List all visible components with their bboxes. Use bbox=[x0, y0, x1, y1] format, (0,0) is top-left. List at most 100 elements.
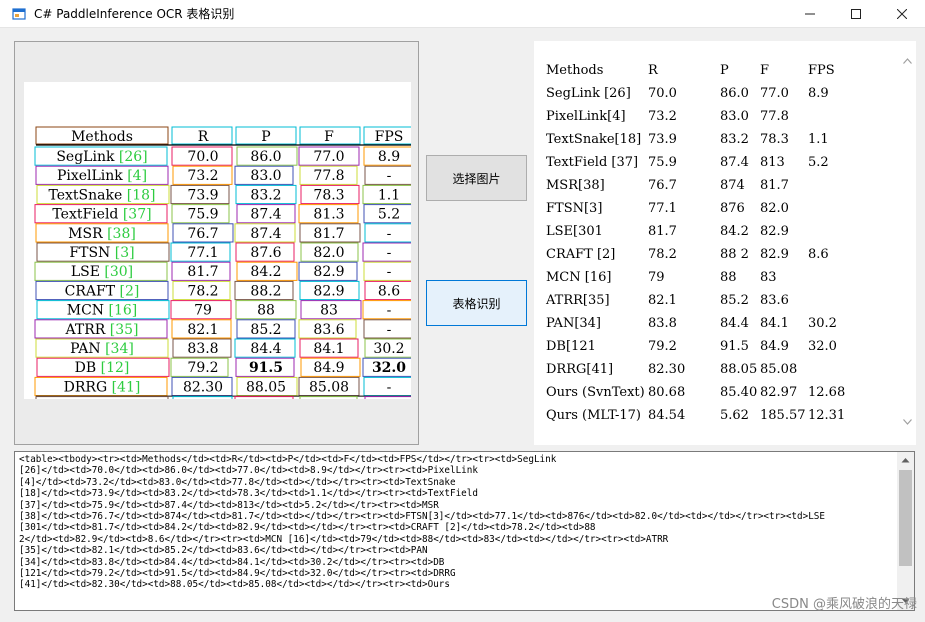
source-value-text: 76.7 bbox=[187, 226, 218, 242]
title-bar: C# PaddleInference OCR 表格识别 bbox=[0, 0, 925, 28]
result-cell: 813 bbox=[760, 155, 785, 170]
source-value-text: 78.2 bbox=[187, 283, 218, 299]
scroll-down-icon[interactable] bbox=[903, 419, 912, 425]
source-value-text: 79 bbox=[194, 303, 212, 319]
result-cell: 81.7 bbox=[648, 224, 677, 239]
scroll-thumb[interactable] bbox=[899, 470, 912, 566]
source-value-text: 1.1 bbox=[378, 187, 400, 203]
result-cell: FTSN[3] bbox=[546, 201, 603, 216]
result-cell: TextField [37] bbox=[546, 155, 639, 170]
result-cell: 77.8 bbox=[760, 109, 789, 124]
source-value-text: 82.9 bbox=[313, 264, 344, 280]
result-cell: PixelLink[4] bbox=[546, 109, 626, 124]
output-line: [4]</td><td>73.2</td><td>83.0</td><td>77… bbox=[19, 476, 456, 488]
method-ref: [4] bbox=[127, 168, 147, 184]
scroll-up-icon[interactable] bbox=[901, 457, 910, 463]
source-value-text: 82.1 bbox=[187, 322, 218, 338]
result-cell: 82.97 bbox=[760, 385, 798, 400]
source-value-text: 79.2 bbox=[187, 360, 218, 376]
result-cell: ATRR[35] bbox=[546, 293, 610, 308]
method-name: SegLink bbox=[56, 149, 119, 165]
recognize-table-button[interactable]: 表格识别 bbox=[426, 280, 527, 326]
output-line: <table><tbody><tr><td>Methods</td><td>R<… bbox=[19, 454, 557, 465]
table-row: Qurs (MLT-17) 84.54 5.62 185.57 12.31 bbox=[546, 404, 848, 427]
method-name: DB bbox=[75, 360, 101, 376]
source-value-text: 84.1 bbox=[313, 341, 344, 357]
source-method-text: CRAFT [2] bbox=[65, 283, 140, 299]
result-cell: CRAFT [2] bbox=[546, 247, 616, 262]
close-button[interactable] bbox=[879, 0, 925, 28]
result-panel[interactable]: Methods R P F FPS SegLink [26] 70.0 86.0 77.0 8.9… bbox=[534, 41, 916, 445]
result-cell bbox=[808, 266, 848, 289]
result-cell bbox=[808, 289, 848, 312]
result-cell: 82.1 bbox=[648, 293, 677, 308]
output-scrollbar[interactable] bbox=[897, 452, 914, 610]
method-name: TextSnake bbox=[49, 187, 127, 203]
result-cell: 77.1 bbox=[648, 201, 677, 216]
result-cell: 85.2 bbox=[720, 293, 749, 308]
select-image-button[interactable]: 选择图片 bbox=[426, 155, 527, 201]
result-cell: Qurs (MLT-17) bbox=[546, 408, 642, 423]
source-value-text: - bbox=[387, 245, 392, 261]
scroll-up-icon[interactable] bbox=[903, 58, 912, 64]
method-name: MCN bbox=[67, 303, 109, 319]
source-value-text: 85.2 bbox=[250, 322, 281, 338]
source-value-text: 77.8 bbox=[313, 168, 344, 184]
result-cell: 84.4 bbox=[720, 316, 749, 331]
source-header-text: P bbox=[261, 129, 270, 145]
result-cell: DB[121 bbox=[546, 339, 596, 354]
method-name: CRAFT bbox=[65, 283, 120, 299]
source-method-text: TextSnake [18] bbox=[49, 187, 156, 203]
result-cell: 73.9 bbox=[648, 132, 677, 147]
maximize-button[interactable] bbox=[833, 0, 879, 28]
result-scrollbar[interactable] bbox=[899, 41, 916, 445]
result-cell: 88 bbox=[720, 270, 737, 285]
source-table-image: Methods R P F FPS SegLink [26] 70.0 86.0 77.0 8.9… bbox=[34, 126, 411, 399]
result-cell: 83 bbox=[760, 270, 777, 285]
result-cell: 79 bbox=[648, 270, 665, 285]
result-cell: 82.30 bbox=[648, 362, 686, 377]
source-value-text: 81.7 bbox=[187, 264, 218, 280]
table-row: DB[121 79.2 91.5 84.9 32.0 bbox=[546, 335, 848, 358]
result-cell: 91.5 bbox=[720, 339, 749, 354]
source-header-text: F bbox=[324, 129, 334, 145]
method-ref: [30] bbox=[104, 264, 133, 280]
minimize-button[interactable] bbox=[787, 0, 833, 28]
output-line: [301</td><td>81.7</td><td>84.2</td><td>8… bbox=[19, 522, 596, 534]
result-cell: 84.2 bbox=[720, 224, 749, 239]
table-row: DRRG[41] 82.30 88.05 85.08 bbox=[546, 358, 848, 381]
result-cell bbox=[808, 220, 848, 243]
source-value-text: 73.2 bbox=[187, 168, 218, 184]
source-image: Methods R P F FPS SegLink [26] 70.0 86.0 77.0 8.9… bbox=[24, 82, 411, 399]
window-edge bbox=[0, 100, 5, 300]
source-value-text: - bbox=[387, 303, 392, 319]
result-cell: 83.0 bbox=[720, 109, 749, 124]
source-value-text: 30.2 bbox=[373, 341, 404, 357]
table-row: MSR[38] 76.7 874 81.7 bbox=[546, 174, 848, 197]
source-value-text: 78.3 bbox=[313, 187, 344, 203]
source-value-text: 81.3 bbox=[313, 207, 344, 223]
source-method-text: TextField [37] bbox=[52, 207, 151, 223]
source-value-text: 87.4 bbox=[250, 226, 281, 242]
method-ref: [41] bbox=[112, 379, 141, 395]
table-row: SegLink [26] 70.0 86.0 77.0 8.9 bbox=[546, 82, 848, 105]
source-method-text: DRRG [41] bbox=[64, 379, 141, 395]
result-cell: PAN[34] bbox=[546, 316, 602, 331]
output-line: [35]</td><td>82.1</td><td>85.2</td><td>8… bbox=[19, 545, 428, 557]
result-cell: Ours (SvnText) bbox=[546, 385, 645, 400]
source-value-text: 70.0 bbox=[187, 149, 218, 165]
result-cell: 82.9 bbox=[760, 247, 789, 262]
result-cell: 84.54 bbox=[648, 408, 686, 423]
window-title: C# PaddleInference OCR 表格识别 bbox=[34, 7, 235, 21]
table-row: ATRR[35] 82.1 85.2 83.6 bbox=[546, 289, 848, 312]
method-ref: [38] bbox=[107, 226, 136, 242]
source-value-text: - bbox=[387, 264, 392, 280]
result-cell: Methods bbox=[546, 63, 604, 78]
html-output-textbox[interactable]: <table><tbody><tr><td>Methods</td><td>R<… bbox=[14, 451, 915, 611]
source-value-text: - bbox=[387, 322, 392, 338]
result-cell: MSR[38] bbox=[546, 178, 605, 193]
minimize-icon bbox=[805, 13, 815, 15]
table-row: Ours (SvnText) 80.68 85.40 82.97 12.68 bbox=[546, 381, 848, 404]
source-method-text: MCN [16] bbox=[67, 303, 138, 319]
result-cell bbox=[808, 174, 848, 197]
